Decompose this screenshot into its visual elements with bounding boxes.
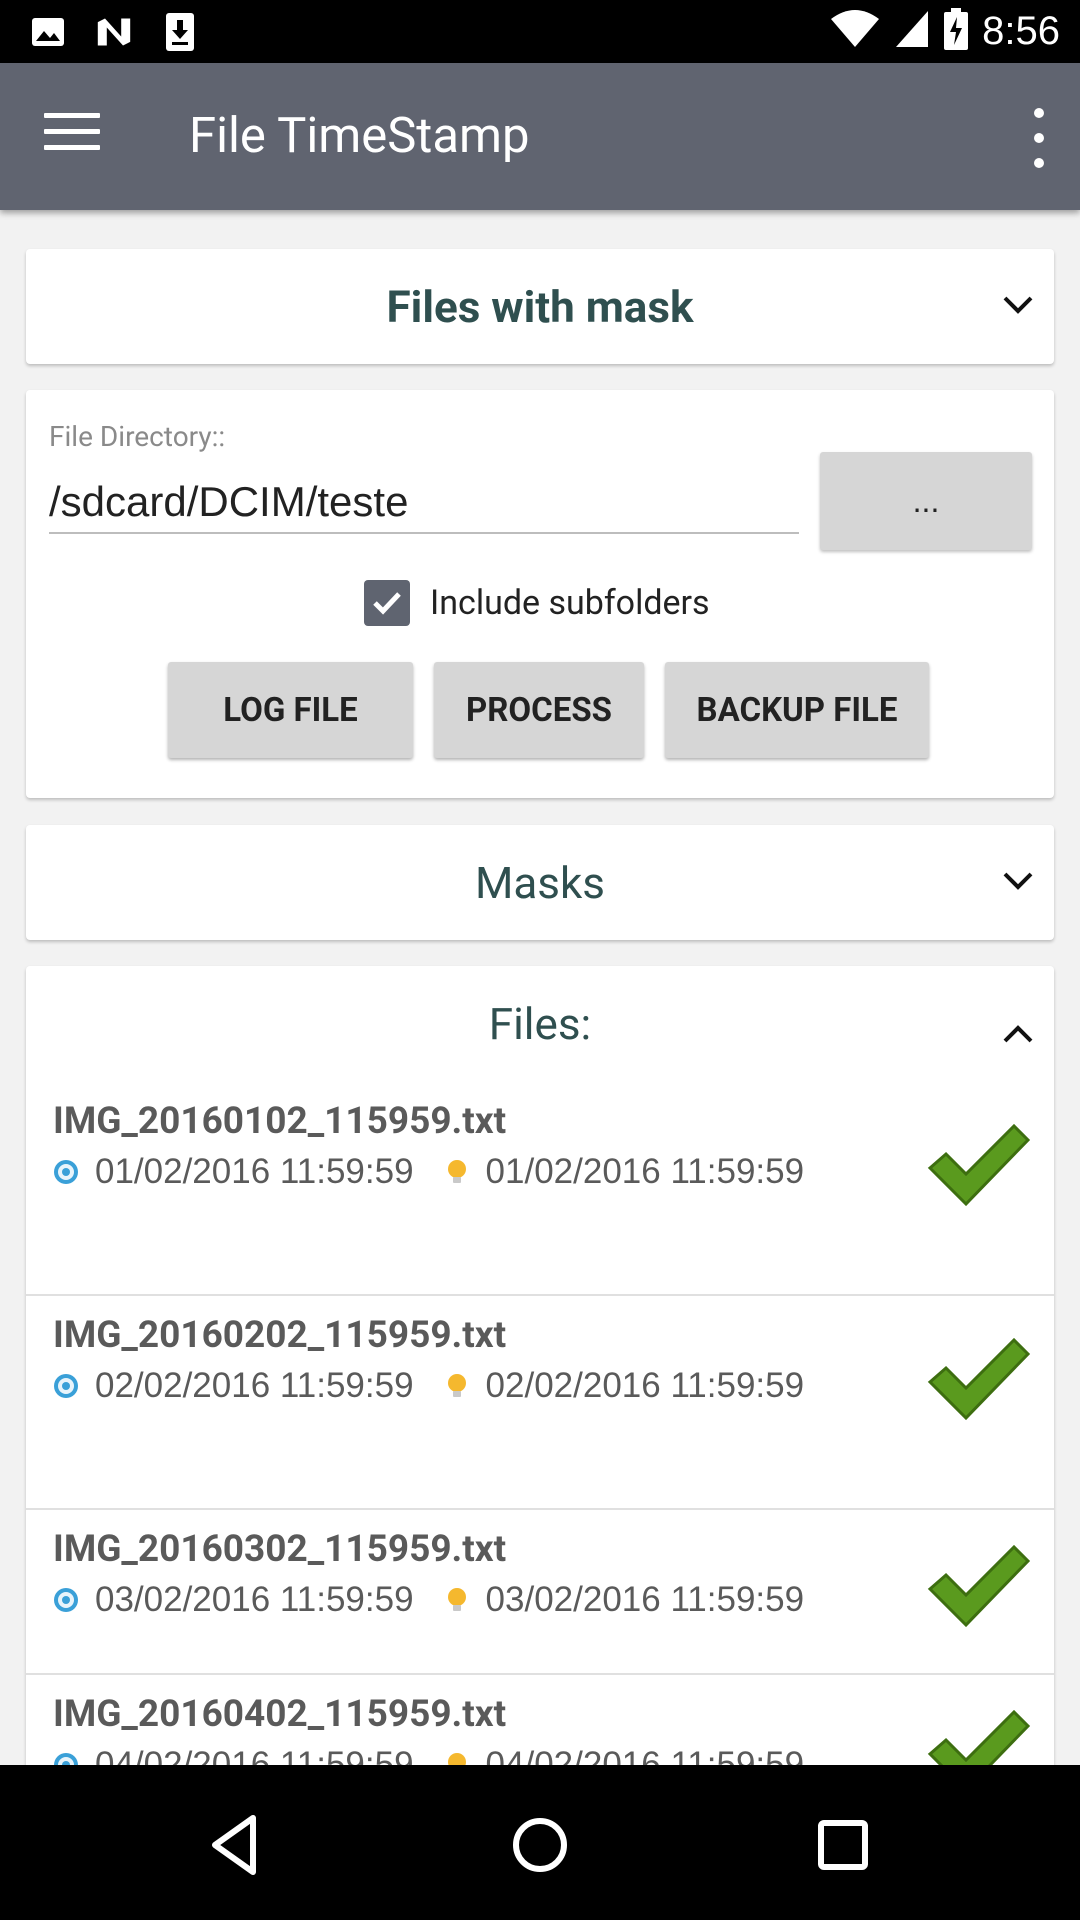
battery-charging-icon xyxy=(944,8,969,54)
created-date: 02/02/2016 11:59:59 xyxy=(95,1366,414,1405)
files-with-mask-header[interactable]: Files with mask xyxy=(26,249,1054,364)
success-check-icon xyxy=(927,1709,1031,1765)
clock-icon xyxy=(54,1374,78,1398)
download-notification-icon xyxy=(162,13,198,51)
lightbulb-icon xyxy=(447,1588,466,1611)
success-check-icon xyxy=(927,1544,1031,1628)
chevron-up-icon[interactable] xyxy=(1000,1016,1036,1052)
files-with-mask-title: Files with mask xyxy=(386,280,694,333)
clock-icon xyxy=(54,1160,78,1184)
modified-date: 04/02/2016 11:59:59 xyxy=(485,1745,805,1765)
menu-icon[interactable] xyxy=(44,113,100,161)
files-title: Files: xyxy=(488,998,592,1050)
directory-card: File Directory:: ... Include subfolders … xyxy=(26,390,1054,798)
file-dates: 01/02/2016 11:59:59 01/02/2016 11:59:59 xyxy=(53,1152,804,1192)
file-name: IMG_20160402_115959.txt xyxy=(53,1693,507,1736)
success-check-icon xyxy=(927,1123,1031,1207)
home-icon[interactable] xyxy=(505,1810,575,1880)
browse-button[interactable]: ... xyxy=(820,452,1032,550)
file-name: IMG_20160302_115959.txt xyxy=(53,1528,507,1571)
recents-icon[interactable] xyxy=(808,1810,878,1880)
modified-date: 03/02/2016 11:59:59 xyxy=(485,1580,805,1619)
masks-title: Masks xyxy=(474,856,606,909)
lightbulb-icon xyxy=(447,1160,466,1183)
clock: 8:56 xyxy=(982,8,1060,53)
chevron-down-icon[interactable] xyxy=(1000,863,1036,899)
masks-header[interactable]: Masks xyxy=(26,825,1054,940)
signal-icon xyxy=(894,9,930,53)
wifi-icon xyxy=(830,9,880,53)
clock-icon xyxy=(54,1588,78,1612)
include-subfolders-checkbox[interactable]: Include subfolders xyxy=(364,580,710,626)
file-dates: 04/02/2016 11:59:59 04/02/2016 11:59:59 xyxy=(53,1745,804,1765)
app-title: File TimeStamp xyxy=(189,107,530,164)
created-date: 04/02/2016 11:59:59 xyxy=(95,1745,414,1765)
modified-date: 02/02/2016 11:59:59 xyxy=(485,1366,805,1405)
include-subfolders-label: Include subfolders xyxy=(430,583,710,623)
created-date: 01/02/2016 11:59:59 xyxy=(95,1152,414,1191)
backup-file-button[interactable]: BACKUP FILE xyxy=(665,662,929,758)
masks-card: Masks xyxy=(26,825,1054,940)
log-file-button[interactable]: LOG FILE xyxy=(168,662,413,758)
clock-icon xyxy=(54,1753,78,1765)
file-list-item[interactable]: IMG_20160202_115959.txt 02/02/2016 11:59… xyxy=(26,1296,1054,1510)
lightbulb-icon xyxy=(447,1753,466,1765)
file-list-item[interactable]: IMG_20160402_115959.txt 04/02/2016 11:59… xyxy=(26,1675,1054,1765)
success-check-icon xyxy=(927,1337,1031,1421)
image-notification-icon xyxy=(30,14,66,50)
modified-date: 01/02/2016 11:59:59 xyxy=(485,1152,805,1191)
file-list-item[interactable]: IMG_20160102_115959.txt 01/02/2016 11:59… xyxy=(26,1082,1054,1296)
process-button[interactable]: PROCESS xyxy=(434,662,644,758)
files-with-mask-card: Files with mask xyxy=(26,249,1054,364)
created-date: 03/02/2016 11:59:59 xyxy=(95,1580,414,1619)
directory-input[interactable] xyxy=(49,472,799,534)
chevron-down-icon[interactable] xyxy=(1000,287,1036,323)
navigation-bar xyxy=(0,1765,1080,1920)
more-vert-icon[interactable] xyxy=(1024,108,1054,168)
app-bar: File TimeStamp xyxy=(0,63,1080,210)
back-icon[interactable] xyxy=(201,1810,271,1880)
file-name: IMG_20160102_115959.txt xyxy=(53,1100,507,1143)
status-bar: 8:56 xyxy=(0,0,1080,63)
files-card: Files: IMG_20160102_115959.txt 01/02/201… xyxy=(26,966,1054,1765)
file-list-item[interactable]: IMG_20160302_115959.txt 03/02/2016 11:59… xyxy=(26,1510,1054,1675)
files-header[interactable]: Files: xyxy=(26,966,1054,1082)
checkbox-checked-icon[interactable] xyxy=(364,580,410,626)
file-name: IMG_20160202_115959.txt xyxy=(53,1314,507,1357)
lightbulb-icon xyxy=(447,1374,466,1397)
file-dates: 03/02/2016 11:59:59 03/02/2016 11:59:59 xyxy=(53,1580,804,1620)
directory-label: File Directory:: xyxy=(49,420,226,453)
n-notification-icon xyxy=(96,14,132,50)
main-content[interactable]: Files with mask File Directory:: ... Inc… xyxy=(0,210,1080,1765)
file-dates: 02/02/2016 11:59:59 02/02/2016 11:59:59 xyxy=(53,1366,804,1406)
